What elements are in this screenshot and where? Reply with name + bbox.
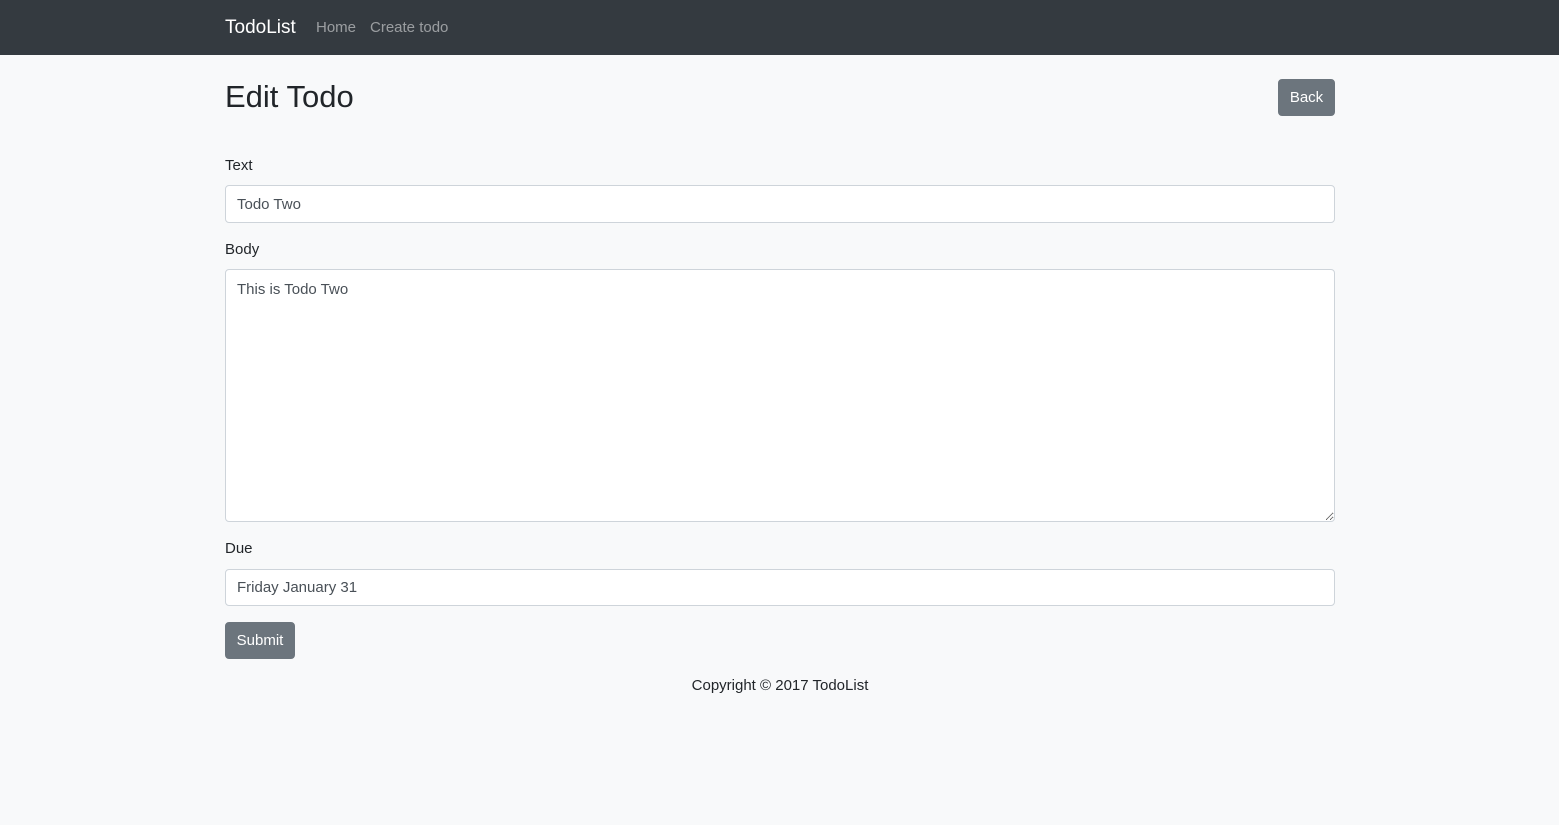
nav-link-create-todo[interactable]: Create todo <box>370 0 448 55</box>
due-field-label: Due <box>225 540 253 557</box>
top-navbar: TodoList Home Create todo <box>0 0 1559 55</box>
text-input[interactable] <box>225 185 1335 223</box>
due-input[interactable] <box>225 569 1335 606</box>
back-button[interactable]: Back <box>1278 79 1335 116</box>
body-textarea[interactable]: This is Todo Two <box>225 269 1335 522</box>
page-title: Edit Todo <box>225 79 354 114</box>
footer-copyright: Copyright © 2017 TodoList <box>691 677 869 694</box>
brand-link[interactable]: TodoList <box>225 0 296 55</box>
submit-button[interactable]: Submit <box>225 622 295 659</box>
body-field-label: Body <box>225 241 260 258</box>
nav-link-home[interactable]: Home <box>316 0 356 55</box>
text-field-label: Text <box>225 157 253 174</box>
